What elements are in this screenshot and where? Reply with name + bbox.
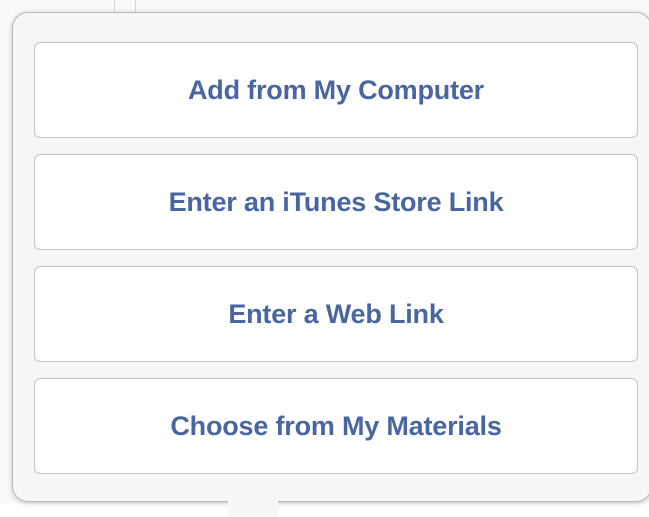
enter-itunes-store-link-button[interactable]: Enter an iTunes Store Link (34, 154, 638, 250)
popover-arrow (228, 499, 278, 517)
enter-web-link-label: Enter a Web Link (228, 298, 444, 329)
choose-from-my-materials-button[interactable]: Choose from My Materials (34, 378, 638, 474)
add-from-my-computer-label: Add from My Computer (188, 74, 484, 105)
choose-from-my-materials-label: Choose from My Materials (170, 410, 502, 441)
enter-web-link-button[interactable]: Enter a Web Link (34, 266, 638, 362)
add-from-my-computer-button[interactable]: Add from My Computer (34, 42, 638, 138)
enter-itunes-store-link-label: Enter an iTunes Store Link (168, 186, 504, 217)
